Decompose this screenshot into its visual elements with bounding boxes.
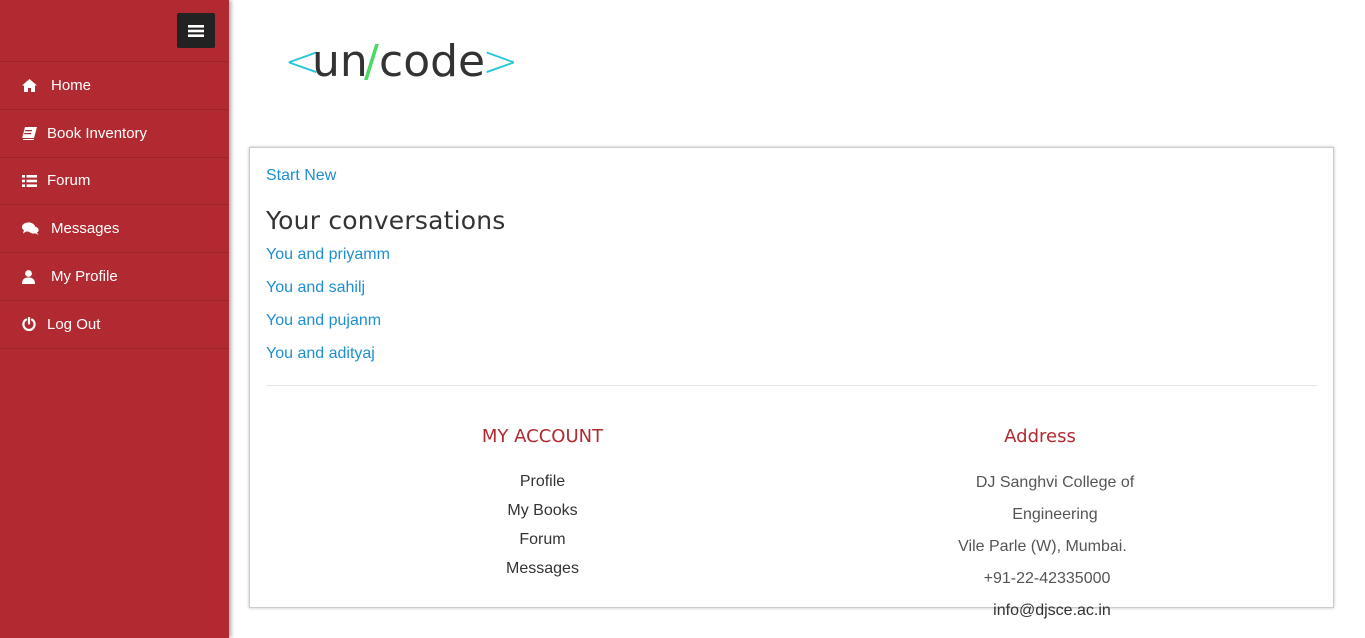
- menu-toggle-button[interactable]: [177, 13, 215, 48]
- sidebar-item-my-profile[interactable]: My Profile: [0, 253, 229, 301]
- sidebar-item-label: Book Inventory: [47, 124, 148, 142]
- address-line: Vile Parle (W), Mumbai.: [958, 538, 1127, 555]
- sidebar-item-label: Forum: [47, 172, 91, 190]
- hamburger-icon: [188, 24, 204, 37]
- book-icon: [22, 126, 44, 140]
- sidebar-item-log-out[interactable]: Log Out: [0, 301, 229, 349]
- list-icon: [22, 174, 44, 187]
- footer-address-heading: Address: [1004, 426, 1076, 447]
- page-title: Your conversations: [266, 206, 506, 235]
- user-icon: [22, 269, 44, 284]
- phone-number: +91-22-42335000: [983, 570, 1111, 587]
- sidebar-item-book-inventory[interactable]: Book Inventory: [0, 110, 229, 158]
- logo-right-bracket: >: [482, 36, 514, 87]
- footer-account-heading: MY ACCOUNT: [481, 426, 604, 447]
- sidebar-item-label: Log Out: [47, 315, 101, 333]
- conversation-link[interactable]: You and adityaj: [266, 345, 375, 363]
- footer-link-my-books[interactable]: My Books: [440, 496, 645, 525]
- sidebar-item-messages[interactable]: Messages: [0, 205, 229, 254]
- footer-link-forum[interactable]: Forum: [440, 525, 645, 554]
- conversation-link[interactable]: You and sahilj: [266, 279, 365, 297]
- logo-text-un: un: [312, 36, 368, 87]
- unicode-logo: < un / code >: [284, 36, 514, 87]
- address-line: DJ Sanghvi College of Engineering: [975, 474, 1135, 523]
- email-address[interactable]: info@djsce.ac.in: [934, 595, 1170, 627]
- footer-link-messages[interactable]: Messages: [440, 554, 645, 583]
- logo-slash: /: [364, 36, 379, 87]
- divider: [266, 385, 1317, 386]
- sidebar-item-label: Home: [51, 76, 92, 94]
- conversations-panel: Start New Your conversations You and pri…: [249, 147, 1334, 619]
- conversation-link[interactable]: You and priyamm: [266, 246, 390, 264]
- sidebar-item-forum[interactable]: Forum: [0, 158, 229, 206]
- footer-link-profile[interactable]: Profile: [440, 467, 645, 496]
- comments-icon: [22, 222, 44, 236]
- sidebar-item-home[interactable]: Home: [0, 62, 229, 110]
- sidebar-item-label: My Profile: [51, 268, 118, 286]
- power-icon: [22, 317, 44, 332]
- home-icon: [22, 78, 44, 92]
- sidebar: Home Book Inventory Forum Messages My Pr…: [0, 0, 229, 638]
- logo-text-code: code: [379, 36, 485, 87]
- sidebar-item-label: Messages: [51, 220, 120, 238]
- conversation-link[interactable]: You and pujanm: [266, 312, 381, 330]
- footer-address-section: Address DJ Sanghvi College of Engineerin…: [910, 426, 1170, 627]
- footer-account-section: MY ACCOUNT Profile My Books Forum Messag…: [440, 426, 645, 583]
- sidebar-nav: Home Book Inventory Forum Messages My Pr…: [0, 61, 229, 349]
- start-new-link[interactable]: Start New: [266, 167, 336, 185]
